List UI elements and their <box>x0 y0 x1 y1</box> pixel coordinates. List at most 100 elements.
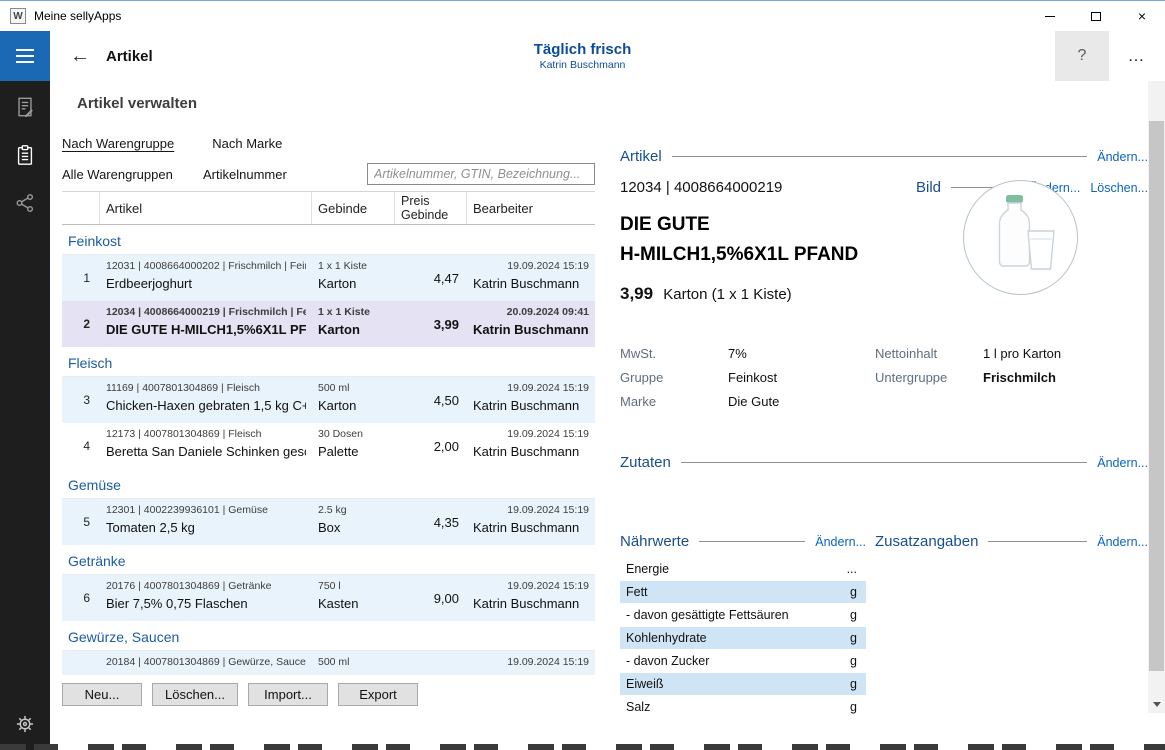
group-header-row: Getränke <box>62 545 595 575</box>
artikel-meta: 12301 | 4002239936101 | Gemüse <box>106 504 306 516</box>
artikel-change-link[interactable]: Ändern... <box>1097 150 1148 164</box>
artikel-section-header: Artikel Ändern... <box>620 148 1148 165</box>
new-button[interactable]: Neu... <box>62 683 142 706</box>
settings-button[interactable] <box>13 712 37 736</box>
artikel-name: Tomaten 2,5 kg <box>106 520 306 535</box>
maximize-icon <box>1091 12 1101 21</box>
cell-bearbeiter: 19.09.2024 15:19 Katrin Buschmann <box>467 499 595 545</box>
cell-preis <box>395 651 467 675</box>
zutaten-change-link[interactable]: Ändern... <box>1097 456 1148 470</box>
gebinde-unit: Kasten <box>318 596 389 611</box>
field-value: 1 l pro Karton <box>983 346 1061 361</box>
artikel-meta: 11169 | 4007801304869 | Fleisch <box>106 382 306 394</box>
editor-name: Katrin Buschmann <box>473 398 589 413</box>
close-button[interactable]: × <box>1119 1 1165 31</box>
gebinde-meta: 2.5 kg <box>318 504 389 516</box>
editor-name: Katrin Buschmann <box>473 444 589 459</box>
column-gebinde: Gebinde <box>312 192 395 224</box>
zutaten-section-header: Zutaten Ändern... <box>620 454 1148 471</box>
scrollbar-down-arrow[interactable] <box>1148 696 1165 713</box>
back-button[interactable]: ← <box>70 45 90 68</box>
cell-gebinde: 1 x 1 Kiste Karton <box>312 255 395 301</box>
artikel-section-title: Artikel <box>620 148 662 165</box>
cell-artikel: 20176 | 4007801304869 | Getränke Bier 7,… <box>100 575 312 621</box>
scrollbar-thumb[interactable] <box>1149 121 1164 671</box>
vertical-scrollbar <box>1148 81 1165 713</box>
gebinde-unit: Box <box>318 520 389 535</box>
cell-preis: 2,00 <box>395 423 467 469</box>
share-nodes-icon <box>14 192 36 214</box>
group-header-row: Feinkost <box>62 225 595 255</box>
table-row[interactable]: 2 12034 | 4008664000219 | Frischmilch | … <box>62 301 595 347</box>
nutrition-label: - davon Zucker <box>626 654 709 668</box>
cell-bearbeiter: 19.09.2024 15:19 Katrin Buschmann <box>467 423 595 469</box>
field-label: MwSt. <box>620 346 728 361</box>
minimize-button[interactable] <box>1027 1 1073 31</box>
search-input[interactable] <box>367 163 595 185</box>
field-label: Untergruppe <box>875 370 983 385</box>
more-options-button[interactable]: … <box>1113 31 1161 81</box>
sidebar-item-articles[interactable] <box>13 143 37 167</box>
filter-artikelnummer[interactable]: Artikelnummer <box>203 167 287 182</box>
bild-delete-link[interactable]: Löschen... <box>1090 181 1148 195</box>
gebinde-meta: 1 x 1 Kiste <box>318 306 389 318</box>
nutrition-row: Energie ... <box>620 558 866 580</box>
naehrwerte-section-header: Nährwerte Ändern... <box>620 533 866 550</box>
nutrition-label: Fett <box>626 585 648 599</box>
price-unit: Karton (1 x 1 Kiste) <box>663 286 791 303</box>
group-header-row: Fleisch <box>62 347 595 377</box>
nutrition-value: g <box>850 700 857 714</box>
cell-gebinde: 500 ml Karton <box>312 377 395 423</box>
zusatzangaben-column: Zusatzangaben Ändern... <box>875 533 1148 719</box>
app-logo-icon: W <box>10 8 26 24</box>
artikel-name: DIE GUTE H-MILCH1,5%6X1L PFA... <box>106 322 306 337</box>
naehrwerte-column: Nährwerte Ändern... Energie ... Fett g -… <box>620 533 866 719</box>
article-table-body: Feinkost 1 12031 | 4008664000202 | Frisc… <box>62 225 595 675</box>
cell-gebinde: 500 ml <box>312 651 395 675</box>
field-value: Die Gute <box>728 394 779 409</box>
group-name: Getränke <box>68 553 126 569</box>
sidebar-item-connections[interactable] <box>13 191 37 215</box>
help-button[interactable]: ? <box>1055 31 1109 81</box>
column-preis-gebinde: Preis Gebinde <box>395 192 467 224</box>
clipboard-list-icon <box>14 144 36 166</box>
sidebar-item-document[interactable] <box>13 95 37 119</box>
maximize-button[interactable] <box>1073 1 1119 31</box>
tab-nach-marke[interactable]: Nach Marke <box>212 136 282 153</box>
detail-field-row: Marke Die Gute <box>620 394 875 409</box>
edit-date: 19.09.2024 15:19 <box>473 428 589 440</box>
field-value: Frischmilch <box>983 370 1056 385</box>
gebinde-unit: Karton <box>318 276 389 291</box>
edit-date: 20.09.2024 09:41 <box>473 306 589 318</box>
detail-field-row: Nettoinhalt 1 l pro Karton <box>875 346 1148 361</box>
cell-artikel: 11169 | 4007801304869 | Fleisch Chicken-… <box>100 377 312 423</box>
export-button[interactable]: Export <box>338 683 418 706</box>
edit-date: 19.09.2024 15:19 <box>473 656 589 668</box>
table-row[interactable]: 3 11169 | 4007801304869 | Fleisch Chicke… <box>62 377 595 423</box>
table-row[interactable]: 4 12173 | 4007801304869 | Fleisch Berett… <box>62 423 595 469</box>
cell-bearbeiter: 19.09.2024 15:19 Katrin Buschmann <box>467 575 595 621</box>
detail-field-row: Gruppe Feinkost <box>620 370 875 385</box>
table-row[interactable]: 6 20176 | 4007801304869 | Getränke Bier … <box>62 575 595 621</box>
cell-bearbeiter: 20.09.2024 09:41 Katrin Buschmann <box>467 301 595 347</box>
import-button[interactable]: Import... <box>248 683 328 706</box>
gebinde-unit: Karton <box>318 398 389 413</box>
filter-warengruppe[interactable]: Alle Warengruppen <box>62 167 203 182</box>
naehrwerte-change-link[interactable]: Ändern... <box>815 535 866 549</box>
table-row[interactable]: 1 12031 | 4008664000202 | Frischmilch | … <box>62 255 595 301</box>
nutrition-row: Kohlenhydrate g <box>620 627 866 649</box>
tab-nach-warengruppe[interactable]: Nach Warengruppe <box>62 136 174 153</box>
nutrition-row: Eiweiß g <box>620 673 866 695</box>
zusatzangaben-change-link[interactable]: Ändern... <box>1097 535 1148 549</box>
clipped-bottom-strip <box>0 744 1165 750</box>
table-row[interactable]: 20184 | 4007801304869 | Gewürze, Saucen … <box>62 651 595 675</box>
hamburger-menu-button[interactable] <box>0 31 50 81</box>
field-label: Gruppe <box>620 370 728 385</box>
page-title: Artikel <box>106 48 153 65</box>
delete-button[interactable]: Löschen... <box>152 683 238 706</box>
divider-line <box>988 541 1087 542</box>
row-number: 6 <box>62 575 100 621</box>
nutrition-table: Energie ... Fett g - davon gesättigte Fe… <box>620 558 866 718</box>
nutrition-value: g <box>850 654 857 668</box>
table-row[interactable]: 5 12301 | 4002239936101 | Gemüse Tomaten… <box>62 499 595 545</box>
